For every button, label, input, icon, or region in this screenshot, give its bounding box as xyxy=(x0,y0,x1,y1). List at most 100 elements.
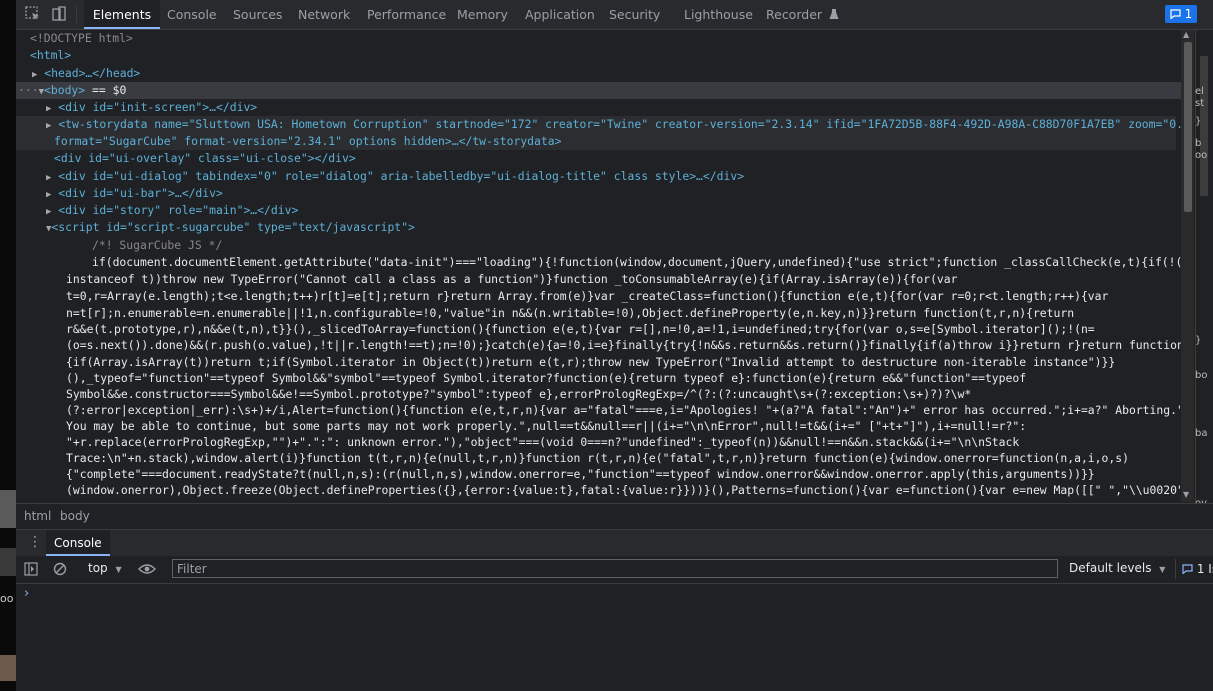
tab-sources[interactable]: Sources xyxy=(233,0,282,29)
tree-line-doctype[interactable]: <!DOCTYPE html> xyxy=(30,30,133,47)
drawer-tab-bar: ⋮ Console xyxy=(16,529,1213,557)
log-levels-dropdown[interactable]: Default levels ▼ xyxy=(1069,561,1165,575)
devtools-tab-bar: Elements Console Sources Network Perform… xyxy=(16,0,1213,30)
js-comment: /*! SugarCube JS */ xyxy=(92,238,223,252)
js-line: (),_typeof="function"==typeof Symbol&&"s… xyxy=(66,370,1026,387)
scroll-down-icon[interactable]: ▼ xyxy=(1183,490,1189,499)
expand-arrow-icon[interactable]: ▶ xyxy=(32,70,37,80)
tab-recorder[interactable]: Recorder xyxy=(766,0,839,29)
js-line: (window.onerror),Object.freeze(Object.de… xyxy=(66,482,1181,499)
js-line: if(document.documentElement.getAttribute… xyxy=(92,254,1181,271)
ellipsis-icon: ··· xyxy=(18,83,39,97)
issues-count: 1 xyxy=(1184,7,1193,21)
elements-tree: <!DOCTYPE html> <html> ▶ <head>…</head> … xyxy=(16,30,1181,502)
background-text: oo xyxy=(0,592,14,605)
styles-snippet: } xyxy=(1195,116,1202,127)
tab-recorder-label: Recorder xyxy=(766,7,823,22)
clear-console-icon[interactable] xyxy=(53,562,67,576)
js-text: (o=s.next()).done)&&(r.push(o.value),!t|… xyxy=(66,338,1181,352)
flask-icon xyxy=(829,9,839,19)
issues-counter-button[interactable]: 1 xyxy=(1165,5,1197,23)
context-selector[interactable]: top ▼ xyxy=(88,561,122,575)
sidebar-toggle-icon[interactable] xyxy=(24,562,38,576)
story-tag: <div id="story" role="main">…</div> xyxy=(58,203,299,217)
breadcrumb: html body xyxy=(16,503,1213,529)
expand-arrow-icon[interactable]: ▶ xyxy=(46,104,51,114)
scrollbar-thumb[interactable] xyxy=(1184,42,1192,212)
console-output[interactable]: › xyxy=(16,584,1213,691)
divider xyxy=(76,6,77,23)
js-text: You may be able to continue, but some pa… xyxy=(66,419,1027,433)
body-tag: <body> xyxy=(44,83,86,97)
inspect-element-icon[interactable] xyxy=(24,5,42,23)
tab-performance[interactable]: Performance xyxy=(367,0,446,29)
breadcrumb-body[interactable]: body xyxy=(56,508,94,525)
doctype-text: <!DOCTYPE html> xyxy=(30,31,133,45)
storydata-tag-line1: <tw-storydata name="Sluttown USA: Hometo… xyxy=(58,117,1181,131)
more-options-icon[interactable]: ⋮ xyxy=(28,535,42,549)
js-text: "+r.replace(errorPrologRegExp,"")+".":":… xyxy=(66,435,1020,449)
js-line: Trace:\n"+n.stack),window.alert(i)}funct… xyxy=(66,450,1129,467)
issues-link[interactable]: 1 Issue xyxy=(1175,559,1213,579)
expand-arrow-icon[interactable]: ▶ xyxy=(46,173,51,183)
tree-line-html[interactable]: <html> xyxy=(30,47,71,64)
tab-application[interactable]: Application xyxy=(525,0,595,29)
tree-line-storydata[interactable]: ▶ <tw-storydata name="Sluttown USA: Home… xyxy=(16,116,1181,150)
drawer-tab-console[interactable]: Console xyxy=(46,530,110,556)
expand-arrow-icon[interactable]: ▶ xyxy=(46,207,51,217)
tree-line-ui-bar[interactable]: ▶ <div id="ui-bar">…</div> xyxy=(46,185,223,202)
tab-elements[interactable]: Elements xyxy=(84,0,160,29)
dropdown-arrow-icon: ▼ xyxy=(1159,565,1166,574)
expand-arrow-icon[interactable]: ▶ xyxy=(46,190,51,200)
message-icon xyxy=(1182,564,1193,575)
js-line: t=0,r=Array(e.length);t<e.length;t++)r[t… xyxy=(66,288,1108,305)
js-text: if(document.documentElement.getAttribute… xyxy=(92,255,1181,269)
js-text: (),_typeof="function"==typeof Symbol&&"s… xyxy=(66,371,1027,385)
live-expression-eye-icon[interactable] xyxy=(138,562,156,576)
js-text: instanceof t))throw new TypeError("Canno… xyxy=(66,272,958,286)
dropdown-arrow-icon: ▼ xyxy=(115,565,122,574)
init-screen-tag: <div id="init-screen">…</div> xyxy=(58,100,258,114)
tab-console[interactable]: Console xyxy=(167,0,217,29)
styles-snippet: bo xyxy=(1195,370,1208,381)
js-line: n=t[r];n.enumerable=n.enumerable||!1,n.c… xyxy=(66,305,1074,322)
elements-scrollbar[interactable]: ▲ ▼ xyxy=(1181,30,1194,502)
message-icon xyxy=(1170,9,1181,20)
js-text: r&&e(t.prototype,r),n&&e(t,n),t}}(),_sli… xyxy=(66,322,1095,336)
tree-line-comment: /*! SugarCube JS */ xyxy=(92,237,222,254)
console-filter-input[interactable]: Filter xyxy=(172,559,1058,578)
js-text: Trace:\n"+n.stack),window.alert(i)}funct… xyxy=(66,451,1129,465)
tree-line-script[interactable]: ▼<script id="script-sugarcube" type="tex… xyxy=(46,219,415,236)
styles-snippet: el xyxy=(1195,86,1204,97)
js-text: (?:error|exception|_err):\s+)+/i,Alert=f… xyxy=(66,403,1181,417)
tree-line-ui-dialog[interactable]: ▶ <div id="ui-dialog" tabindex="0" role=… xyxy=(46,168,744,185)
tree-line-body-selected[interactable]: ···▼<body> == $0 xyxy=(16,82,1181,99)
tab-memory[interactable]: Memory xyxy=(457,0,508,29)
ui-dialog-tag: <div id="ui-dialog" tabindex="0" role="d… xyxy=(58,169,745,183)
tab-lighthouse[interactable]: Lighthouse xyxy=(684,0,753,29)
console-prompt-icon[interactable]: › xyxy=(24,586,29,601)
styles-snippet: } xyxy=(1195,335,1202,346)
html-tag: <html> xyxy=(30,48,72,62)
js-line: You may be able to continue, but some pa… xyxy=(66,418,1026,435)
js-text: n=t[r];n.enumerable=n.enumerable||!1,n.c… xyxy=(66,306,1075,320)
tree-line-init-screen[interactable]: ▶ <div id="init-screen">…</div> xyxy=(46,99,257,116)
background-thumbnail xyxy=(0,548,16,576)
head-tag: <head>…</head> xyxy=(44,66,141,80)
tree-line-ui-overlay[interactable]: <div id="ui-overlay" class="ui-close"></… xyxy=(54,150,356,167)
scroll-up-icon[interactable]: ▲ xyxy=(1183,30,1189,39)
js-line: {if(Array.isArray(t))return t;if(Symbol.… xyxy=(66,354,1115,371)
js-line: "+r.replace(errorPrologRegExp,"")+".":":… xyxy=(66,434,1019,451)
styles-snippet: b xyxy=(1195,138,1202,149)
device-toolbar-icon[interactable] xyxy=(50,5,68,23)
tree-line-story[interactable]: ▶ <div id="story" role="main">…</div> xyxy=(46,202,298,219)
breadcrumb-html[interactable]: html xyxy=(20,508,55,525)
js-line: instanceof t))throw new TypeError("Canno… xyxy=(66,271,958,288)
js-line: {"complete"===document.readyState?t(null… xyxy=(66,466,1095,483)
styles-snippet: oo xyxy=(1195,150,1208,161)
tab-network[interactable]: Network xyxy=(298,0,350,29)
tree-line-head[interactable]: ▶ <head>…</head> xyxy=(32,65,140,82)
console-toolbar: top ▼ Filter Default levels ▼ 1 Issue xyxy=(16,556,1213,584)
tab-security[interactable]: Security xyxy=(609,0,660,29)
expand-arrow-icon[interactable]: ▶ xyxy=(46,121,51,131)
